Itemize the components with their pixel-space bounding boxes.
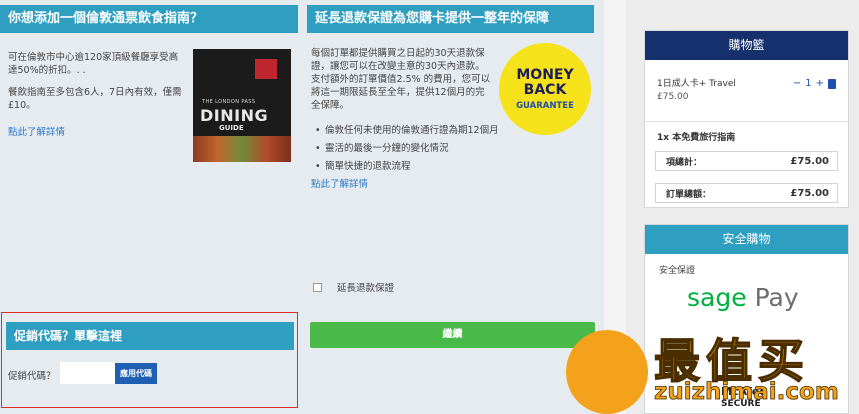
qty-plus-button[interactable]: + [816,78,824,89]
badge-line3: GUARANTEE [516,101,574,111]
subtotal-label: 項總計： [666,157,703,168]
dining-guide-header: 你想添加一個倫敦通票飲食指南？ [0,5,298,33]
apply-code-button[interactable]: 應用代碼 [115,363,157,384]
sage-text: sage [687,283,747,312]
order-total-value: £75.00 [790,187,829,199]
watermark-url: zuizhimai.com [654,379,840,406]
free-guide-line: 1x 本免費旅行指南 [657,133,736,143]
extend-refund-checkbox[interactable] [313,282,322,292]
dining-guide-terms: 餐飲指南至多包含6人，7日內有效，僅需£10。 [8,87,182,111]
order-total-row: 訂單總額： £75.00 [655,183,838,203]
extend-refund-label: 延長退款保證 [337,283,395,294]
shopping-cart: 購物籃 1日成人卡+ Travel £75.00 − 1 + 1x 本免費旅行指… [644,30,849,208]
watermark-mascot-icon [566,330,648,414]
order-total-label: 訂單總額： [666,189,712,200]
cart-item-price: £75.00 [657,92,689,102]
refund-guarantee-header: 延長退款保證為您購卡提供一整年的保障 [307,5,594,33]
refund-details-link[interactable]: 點此了解詳情 [311,178,590,191]
sagepay-logo: sage Pay [687,283,799,312]
dining-guide-book-image: THE LONDON PASS DINING GUIDE [193,49,291,162]
refund-benefit-item: 靈活的最後一分鐘的變化情況 [315,142,501,155]
book-badge [255,59,277,79]
extend-refund-option[interactable]: 延長退款保證 [313,280,394,294]
secure-shopping-header: 安全購物 [645,225,848,254]
continue-button[interactable]: 繼續 [310,322,595,348]
subtotal-row: 項總計： £75.00 [655,151,838,171]
book-cover-title: DINING [200,106,269,125]
refund-benefit-item: 倫敦任何未使用的倫敦通行證為期12個月 [315,124,501,137]
money-back-guarantee-badge: MONEY BACK GUARANTEE [499,43,591,135]
book-food-photo [193,136,291,162]
cart-item: 1日成人卡+ Travel £75.00 − 1 + [645,60,848,122]
quantity-stepper: − 1 + [793,78,836,89]
promo-code-label: 促銷代碼？ [8,371,56,382]
dining-guide-details-link[interactable]: 點此了解詳情 [8,126,186,139]
promo-code-input[interactable] [60,362,115,384]
badge-line2: BACK [523,82,567,98]
qty-minus-button[interactable]: − [793,78,801,89]
book-cover-subtitle: GUIDE [219,124,244,132]
refund-benefits-list: 倫敦任何未使用的倫敦通行證為期12個月 靈活的最後一分鐘的變化情況 簡單快捷的退… [311,124,501,173]
pay-text: Pay [754,283,799,312]
security-guarantee-label: 安全保證 [659,266,696,276]
book-cover-label: THE LONDON PASS [202,99,256,105]
refund-guarantee-panel: 延長退款保證為您購卡提供一整年的保障 每個訂單都提供購買之日起的30天退款保證，… [307,5,594,307]
trash-icon[interactable] [828,78,836,89]
promo-code-header[interactable]: 促銷代碼？單擊這裡 [6,322,294,350]
watermark: 最值买 zuizhimai.com [566,317,856,414]
badge-line1: MONEY [516,67,574,83]
refund-guarantee-description: 每個訂單都提供購買之日起的30天退款保證，讓您可以在改變主意的30天內退款。支付… [311,48,491,111]
dining-guide-description: 可在倫敦市中心逾120家頂級餐廳享受高達50%的折扣。. . [8,52,179,76]
cart-header: 購物籃 [645,31,848,60]
qty-value: 1 [805,78,812,89]
refund-benefit-item: 簡單快捷的退款流程 [315,160,501,173]
subtotal-value: £75.00 [790,155,829,167]
